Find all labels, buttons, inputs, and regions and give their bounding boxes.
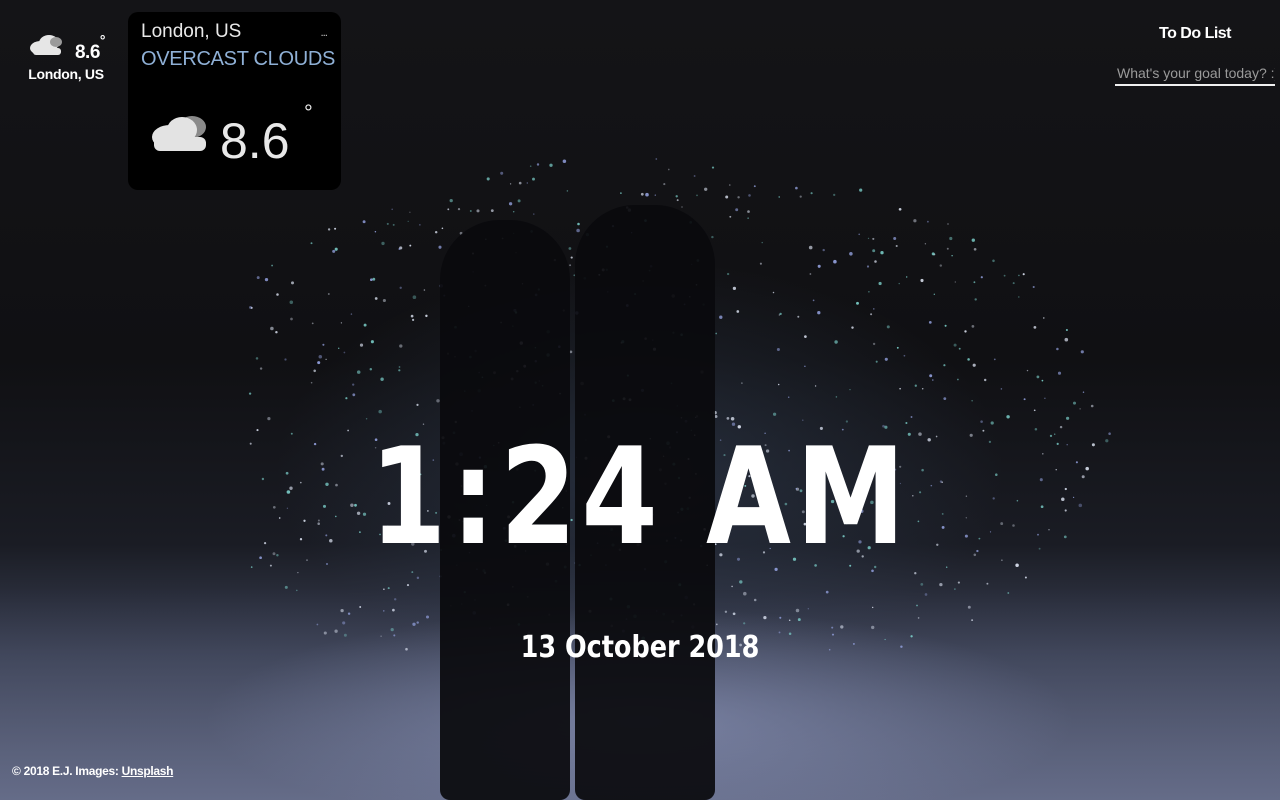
card-location: London, US	[141, 21, 242, 42]
card-condition: OVERCAST CLOUDS	[141, 48, 336, 70]
todo-title: To Do List	[1158, 25, 1232, 42]
weather-card: London, US OVERCAST CLOUDS ... 8.6 °	[128, 12, 341, 190]
cloud-icon	[27, 30, 67, 64]
card-temperature: 8.6	[220, 113, 290, 169]
footer-text: © 2018 E.J. Images:	[12, 764, 122, 778]
clock-date: 13 October 2018	[520, 630, 760, 665]
unsplash-link[interactable]: Unsplash	[122, 764, 174, 778]
todo-widget: To Do List	[1115, 25, 1275, 86]
clock-time: 1:24 AM	[369, 419, 911, 575]
background-photo: 8.6° London, US London, US OVERCAST CLOU…	[0, 0, 1280, 800]
footer-credit: © 2018 E.J. Images: Unsplash	[12, 764, 174, 778]
card-degree-symbol: °	[304, 100, 313, 125]
todo-input[interactable]	[1115, 63, 1275, 86]
more-options-button[interactable]: ...	[320, 28, 327, 39]
cloud-icon	[148, 107, 212, 161]
mini-temperature: 8.6°	[74, 32, 106, 63]
mini-weather-widget[interactable]: 8.6° London, US	[20, 30, 112, 100]
mini-location: London, US	[28, 66, 104, 82]
